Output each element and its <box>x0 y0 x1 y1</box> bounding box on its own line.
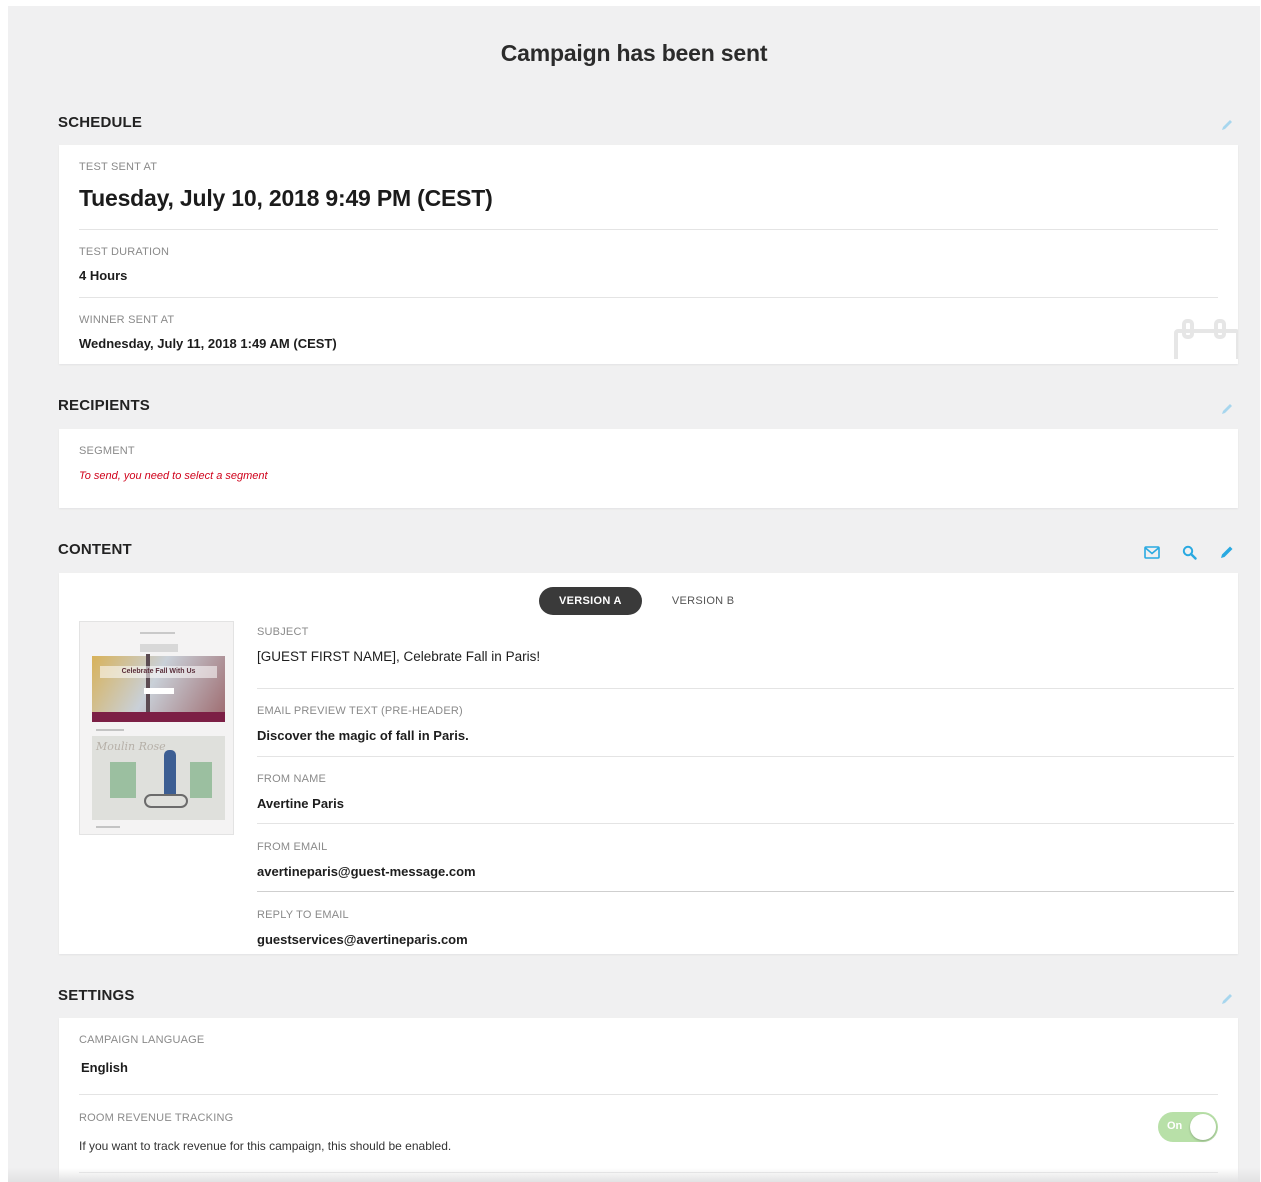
pencil-icon[interactable] <box>1220 118 1234 132</box>
toggle-knob <box>1190 1114 1216 1140</box>
winner-sent-value: Wednesday, July 11, 2018 1:49 AM (CEST) <box>79 336 337 351</box>
tab-version-b[interactable]: VERSION B <box>660 587 747 615</box>
divider <box>79 229 1218 230</box>
divider <box>257 756 1234 757</box>
page-title: Campaign has been sent <box>500 40 768 66</box>
recipients-heading: RECIPIENTS <box>58 397 151 414</box>
thumb-shutter <box>190 762 212 798</box>
envelope-icon[interactable] <box>1144 546 1160 559</box>
preview-text-value: Discover the magic of fall in Paris. <box>257 728 469 743</box>
thumb-logo <box>140 644 178 652</box>
thumb-tower <box>146 654 150 718</box>
thumb-photo: Moulin Rose <box>92 736 225 820</box>
reply-to-value: guestservices@avertineparis.com <box>257 932 468 947</box>
pencil-icon[interactable] <box>1219 545 1234 560</box>
search-icon[interactable] <box>1182 545 1197 560</box>
test-sent-value: Tuesday, July 10, 2018 9:49 PM (CEST) <box>79 185 493 211</box>
thumb-nav-bar <box>92 712 225 722</box>
version-tabs: VERSION A VERSION B <box>539 587 746 615</box>
tab-version-a[interactable]: VERSION A <box>539 587 642 615</box>
from-name-value: Avertine Paris <box>257 796 344 811</box>
thumb-figure <box>164 750 176 796</box>
from-email-value: avertineparis@guest-message.com <box>257 864 476 879</box>
calendar-icon <box>1174 317 1240 364</box>
subject-label: SUBJECT <box>257 626 309 638</box>
from-name-label: FROM NAME <box>257 773 327 785</box>
schedule-card: TEST SENT AT Tuesday, July 10, 2018 9:49… <box>59 145 1240 364</box>
subject-value: [GUEST FIRST NAME], Celebrate Fall in Pa… <box>257 649 541 664</box>
campaign-summary-page: Campaign has been sent SCHEDULE TEST SEN… <box>8 6 1260 1182</box>
test-duration-value: 4 Hours <box>79 268 128 283</box>
divider <box>257 688 1234 689</box>
content-card: VERSION A VERSION B Celebrate Fall With … <box>59 573 1238 954</box>
from-email-label: FROM EMAIL <box>257 841 328 853</box>
settings-heading: SETTINGS <box>58 987 135 1004</box>
divider <box>257 891 1234 892</box>
divider <box>79 297 1218 298</box>
content-heading: CONTENT <box>58 541 132 558</box>
test-duration-label: TEST DURATION <box>79 246 170 258</box>
segment-error: To send, you need to select a segment <box>79 470 268 482</box>
campaign-language-value: English <box>81 1060 128 1075</box>
divider <box>257 823 1234 824</box>
thumb-hero-image: Celebrate Fall With Us <box>92 654 225 719</box>
room-revenue-toggle[interactable]: On <box>1158 1112 1218 1142</box>
thumb-cta <box>144 688 174 694</box>
thumb-shutter <box>110 762 136 798</box>
segment-label: SEGMENT <box>79 445 135 457</box>
schedule-heading: SCHEDULE <box>58 114 143 131</box>
scroll-fade <box>8 1168 1260 1182</box>
thumb-footer-line <box>96 826 120 828</box>
thumb-banner-text: Celebrate Fall With Us <box>100 666 217 678</box>
divider <box>79 1094 1218 1095</box>
thumb-text-line <box>96 729 124 731</box>
preview-text-label: EMAIL PREVIEW TEXT (PRE-HEADER) <box>257 705 463 717</box>
thumb-preheader-line <box>140 632 175 634</box>
toggle-label: On <box>1167 1120 1183 1132</box>
thumb-script-text: Moulin Rose <box>96 740 166 753</box>
winner-sent-label: WINNER SENT AT <box>79 314 175 326</box>
recipients-card: SEGMENT To send, you need to select a se… <box>59 429 1238 508</box>
test-sent-label: TEST SENT AT <box>79 161 158 173</box>
thumb-bicycle <box>144 794 188 808</box>
room-revenue-label: ROOM REVENUE TRACKING <box>79 1112 234 1124</box>
reply-to-label: REPLY TO EMAIL <box>257 909 349 921</box>
settings-card: CAMPAIGN LANGUAGE English ROOM REVENUE T… <box>59 1018 1238 1182</box>
pencil-icon[interactable] <box>1220 992 1234 1006</box>
pencil-icon[interactable] <box>1220 402 1234 416</box>
email-thumbnail[interactable]: Celebrate Fall With Us Moulin Rose <box>79 621 234 835</box>
campaign-language-label: CAMPAIGN LANGUAGE <box>79 1034 205 1046</box>
room-revenue-help: If you want to track revenue for this ca… <box>79 1139 452 1153</box>
